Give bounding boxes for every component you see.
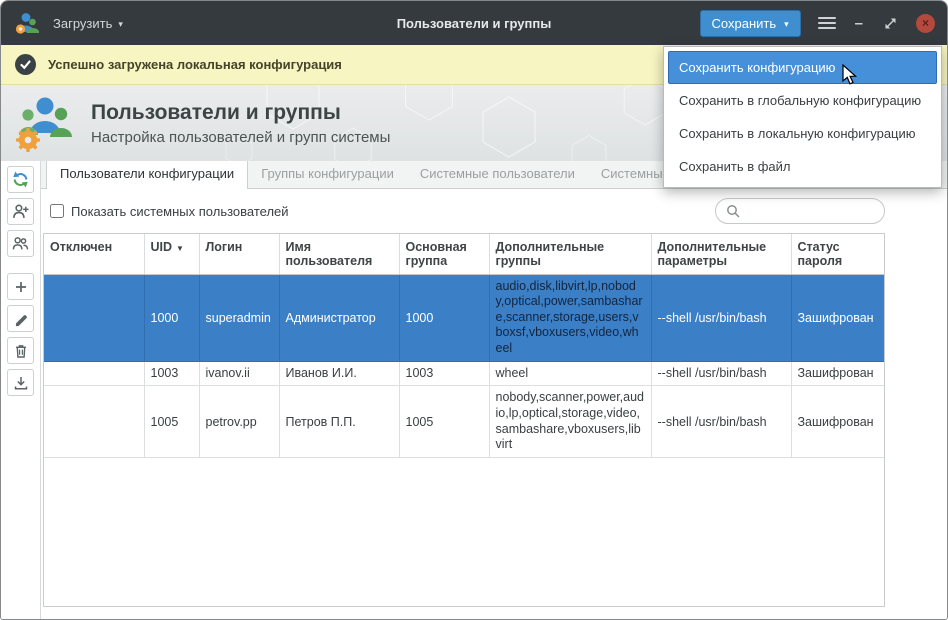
add-group-icon — [12, 235, 29, 252]
page-title: Пользователи и группы — [91, 101, 390, 125]
search-box[interactable] — [715, 198, 885, 224]
restore-icon — [884, 17, 897, 30]
cell-login: superadmin — [199, 274, 279, 361]
show-system-users-label: Показать системных пользователей — [71, 204, 289, 219]
cell-uid: 1005 — [144, 386, 199, 458]
table-row[interactable]: 1000 superadmin Администратор 1000 audio… — [44, 274, 885, 361]
col-header-password-status[interactable]: Статус пароля — [791, 234, 885, 274]
menu-item-save-global-configuration[interactable]: Сохранить в глобальную конфигурацию — [668, 84, 937, 117]
page-header-text: Пользователи и группы Настройка пользова… — [91, 101, 390, 146]
delete-button[interactable] — [7, 337, 34, 364]
menu-item-save-local-configuration[interactable]: Сохранить в локальную конфигурацию — [668, 117, 937, 150]
refresh-icon — [12, 171, 29, 188]
menu-item-save-to-file[interactable]: Сохранить в файл — [668, 150, 937, 183]
show-system-users-checkbox[interactable] — [50, 204, 64, 218]
cell-primary-group: 1003 — [399, 361, 489, 386]
cell-disabled — [44, 274, 144, 361]
minimize-button[interactable]: – — [853, 14, 865, 33]
save-button-label: Сохранить — [712, 16, 777, 31]
cell-login: petrov.pp — [199, 386, 279, 458]
refresh-button[interactable] — [7, 166, 34, 193]
cell-extra-params: --shell /usr/bin/bash — [651, 274, 791, 361]
show-system-users-option[interactable]: Показать системных пользователей — [50, 204, 289, 219]
close-button[interactable]: × — [916, 14, 935, 33]
menu-button[interactable] — [818, 13, 836, 33]
cell-uid: 1003 — [144, 361, 199, 386]
table-row[interactable]: 1005 petrov.pp Петров П.П. 1005 nobody,s… — [44, 386, 885, 458]
search-icon — [726, 204, 740, 218]
col-header-uid[interactable]: UID▼ — [144, 234, 199, 274]
titlebar: Загрузить ▾ Пользователи и группы Сохран… — [1, 1, 947, 45]
add-user-icon — [12, 203, 29, 220]
toolbar-sidebar — [1, 161, 41, 619]
menu-item-save-configuration[interactable]: Сохранить конфигурацию — [668, 51, 937, 84]
users-groups-icon — [13, 93, 77, 153]
cell-password-status: Зашифрован — [791, 274, 885, 361]
cell-uid: 1000 — [144, 274, 199, 361]
caret-down-icon: ▾ — [784, 20, 789, 29]
cell-extra-groups: nobody,scanner,power,audio,lp,optical,st… — [489, 386, 651, 458]
save-button[interactable]: Сохранить ▾ — [700, 10, 801, 37]
download-button[interactable] — [7, 369, 34, 396]
download-icon — [13, 375, 29, 391]
cell-primary-group: 1005 — [399, 386, 489, 458]
tab-config-groups[interactable]: Группы конфигурации — [248, 160, 407, 188]
cell-password-status: Зашифрован — [791, 361, 885, 386]
cell-extra-params: --shell /usr/bin/bash — [651, 361, 791, 386]
save-dropdown-menu: Сохранить конфигурацию Сохранить в глоба… — [663, 46, 942, 188]
tab-system-users[interactable]: Системные пользователи — [407, 160, 588, 188]
gear-icon — [16, 128, 40, 152]
hamburger-icon — [818, 17, 836, 19]
edit-button[interactable] — [7, 305, 34, 332]
content-pane: Пользователи конфигурации Группы конфигу… — [41, 161, 947, 619]
col-header-disabled[interactable]: Отключен — [44, 234, 144, 274]
cell-name: Администратор — [279, 274, 399, 361]
col-header-name[interactable]: Имя пользователя — [279, 234, 399, 274]
plus-icon — [13, 279, 29, 295]
load-button-label: Загрузить — [53, 16, 112, 31]
pencil-icon — [13, 311, 29, 327]
cell-disabled — [44, 386, 144, 458]
caret-down-icon: ▾ — [118, 20, 123, 29]
cell-disabled — [44, 361, 144, 386]
restore-button[interactable] — [882, 15, 899, 32]
table-row[interactable]: 1003 ivanov.ii Иванов И.И. 1003 wheel --… — [44, 361, 885, 386]
page-subtitle: Настройка пользователей и групп системы — [91, 129, 390, 146]
search-input[interactable] — [746, 204, 874, 219]
cell-extra-groups: wheel — [489, 361, 651, 386]
col-header-extra-groups[interactable]: Дополнительные группы — [489, 234, 651, 274]
users-table-frame: Отключен UID▼ Логин Имя пользователя Осн… — [43, 233, 885, 607]
add-group-button[interactable] — [7, 230, 34, 257]
titlebar-right: Сохранить ▾ – × — [700, 10, 935, 37]
table-header-row: Отключен UID▼ Логин Имя пользователя Осн… — [44, 234, 885, 274]
cell-name: Иванов И.И. — [279, 361, 399, 386]
app-icon — [13, 10, 39, 36]
add-user-button[interactable] — [7, 198, 34, 225]
success-check-icon — [15, 54, 36, 75]
trash-icon — [13, 343, 29, 359]
cell-extra-groups: audio,disk,libvirt,lp,nobody,optical,pow… — [489, 274, 651, 361]
notification-text: Успешно загружена локальная конфигурация — [48, 57, 342, 72]
cell-primary-group: 1000 — [399, 274, 489, 361]
main-area: Пользователи конфигурации Группы конфигу… — [1, 161, 947, 619]
col-header-login[interactable]: Логин — [199, 234, 279, 274]
titlebar-left: Загрузить ▾ — [13, 10, 127, 36]
load-button[interactable]: Загрузить ▾ — [49, 11, 127, 36]
add-button[interactable] — [7, 273, 34, 300]
app-window: Загрузить ▾ Пользователи и группы Сохран… — [0, 0, 948, 620]
filter-row: Показать системных пользователей — [41, 189, 947, 231]
tab-config-users[interactable]: Пользователи конфигурации — [46, 159, 248, 189]
close-icon: × — [922, 16, 929, 30]
window-title: Пользователи и группы — [397, 16, 552, 31]
cell-name: Петров П.П. — [279, 386, 399, 458]
users-table: Отключен UID▼ Логин Имя пользователя Осн… — [44, 234, 885, 458]
col-header-primary-group[interactable]: Основная группа — [399, 234, 489, 274]
col-header-extra-params[interactable]: Дополнительные параметры — [651, 234, 791, 274]
sort-desc-icon: ▼ — [176, 244, 184, 253]
cell-login: ivanov.ii — [199, 361, 279, 386]
cell-extra-params: --shell /usr/bin/bash — [651, 386, 791, 458]
cell-password-status: Зашифрован — [791, 386, 885, 458]
